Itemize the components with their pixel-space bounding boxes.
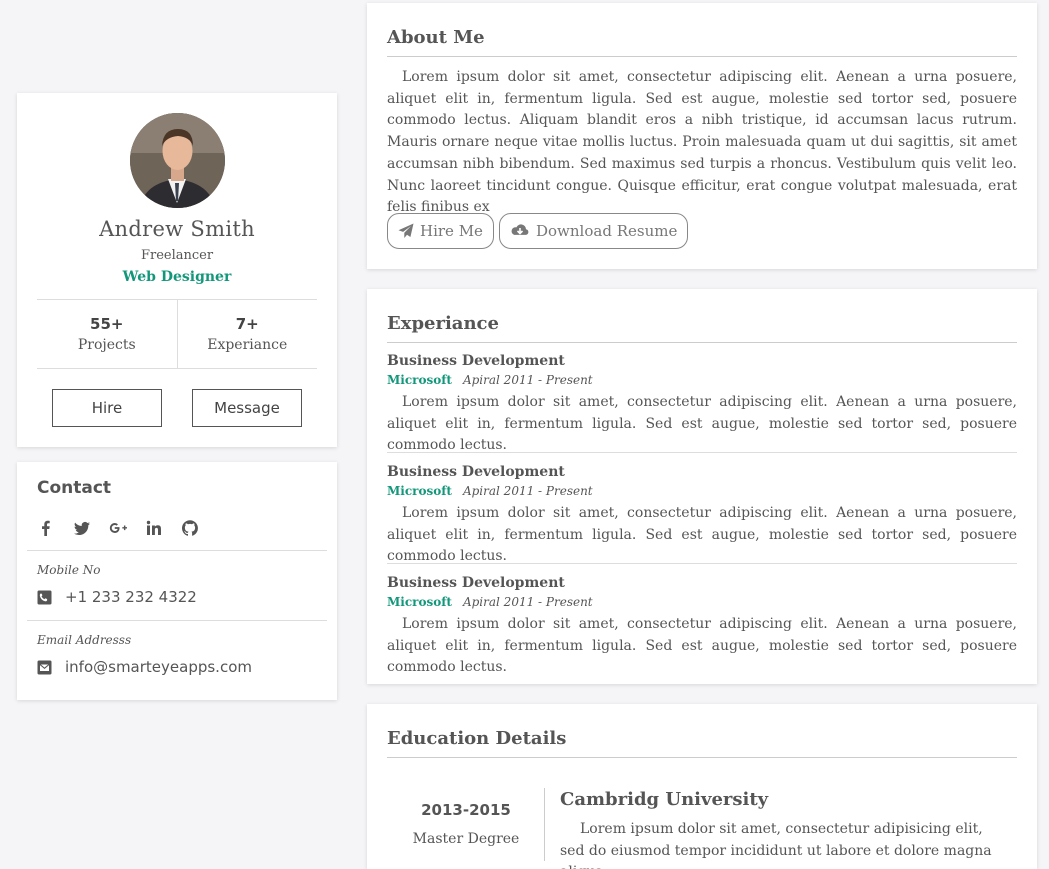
experience-card: Experiance Business Development Microsof… — [367, 289, 1037, 684]
divider — [387, 563, 1017, 564]
contact-card: Contact Mobile No +1 233 232 4322 Email … — [17, 462, 337, 700]
company-name: Microsoft — [387, 484, 452, 498]
stat-value: 55+ — [90, 315, 124, 333]
education-period: 2013-2015 Master Degree — [387, 801, 545, 847]
timeline-divider — [544, 788, 545, 861]
job-date: Apiral 2011 - Present — [462, 373, 593, 387]
paper-plane-icon — [398, 223, 414, 238]
stat-value: 7+ — [235, 315, 259, 333]
google-plus-icon[interactable] — [109, 519, 127, 537]
mobile-value[interactable]: +1 233 232 4322 — [65, 588, 197, 606]
company-name: Microsoft — [387, 595, 452, 609]
profile-stats: 55+ Projects 7+ Experiance — [37, 299, 317, 369]
job-title: Business Development — [387, 353, 565, 369]
job-date: Apiral 2011 - Present — [462, 484, 593, 498]
job-date: Apiral 2011 - Present — [462, 595, 593, 609]
stat-experience: 7+ Experiance — [176, 300, 318, 368]
stat-label: Projects — [77, 337, 136, 353]
email-label: Email Addresss — [37, 633, 132, 647]
cloud-download-icon — [511, 224, 529, 235]
profile-card: Andrew Smith Freelancer Web Designer 55+… — [17, 93, 337, 447]
avatar — [130, 113, 225, 208]
section-title: About Me — [387, 17, 1017, 57]
job-description: Lorem ipsum dolor sit amet, consectetur … — [387, 505, 1017, 565]
button-label: Hire Me — [420, 222, 483, 240]
company-name: Microsoft — [387, 373, 452, 387]
twitter-icon[interactable] — [73, 519, 91, 537]
education-years: 2013-2015 — [421, 801, 511, 819]
social-links — [37, 519, 199, 537]
education-description: Lorem ipsum dolor sit amet, consectetur … — [560, 821, 992, 869]
job-description: Lorem ipsum dolor sit amet, consectetur … — [387, 394, 1017, 454]
hire-button[interactable]: Hire — [52, 389, 162, 427]
profile-name: Andrew Smith — [99, 217, 255, 241]
about-text: Lorem ipsum dolor sit amet, consectetur … — [387, 69, 1017, 216]
section-title: Experiance — [387, 303, 1017, 343]
profile-title: Web Designer — [122, 269, 232, 285]
experience-item: Business Development Microsoft Apiral 20… — [387, 464, 1017, 568]
facebook-icon[interactable] — [37, 519, 55, 537]
about-card: About Me Lorem ipsum dolor sit amet, con… — [367, 3, 1037, 269]
profile-role: Freelancer — [140, 248, 214, 263]
university-name: Cambridg University — [560, 789, 769, 810]
education-degree: Master Degree — [412, 831, 520, 847]
experience-item: Business Development Microsoft Apiral 20… — [387, 353, 1017, 457]
education-card: Education Details 2013-2015 Master Degre… — [367, 704, 1037, 869]
divider — [387, 452, 1017, 453]
contact-title: Contact — [37, 478, 112, 498]
phone-icon — [37, 590, 52, 605]
envelope-icon — [37, 660, 52, 675]
section-title: Education Details — [387, 718, 1017, 758]
mobile-label: Mobile No — [37, 563, 101, 577]
stat-label: Experiance — [207, 337, 288, 353]
job-title: Business Development — [387, 575, 565, 591]
linkedin-icon[interactable] — [145, 519, 163, 537]
github-icon[interactable] — [181, 519, 199, 537]
hire-me-button[interactable]: Hire Me — [387, 213, 494, 249]
divider — [27, 550, 327, 551]
download-resume-button[interactable]: Download Resume — [499, 213, 689, 249]
divider — [27, 620, 327, 621]
stat-projects: 55+ Projects — [37, 300, 177, 368]
message-button[interactable]: Message — [192, 389, 302, 427]
email-value[interactable]: info@smarteyeapps.com — [65, 658, 252, 676]
experience-item: Business Development Microsoft Apiral 20… — [387, 575, 1017, 679]
job-title: Business Development — [387, 464, 565, 480]
job-description: Lorem ipsum dolor sit amet, consectetur … — [387, 616, 1017, 676]
button-label: Download Resume — [536, 222, 678, 240]
